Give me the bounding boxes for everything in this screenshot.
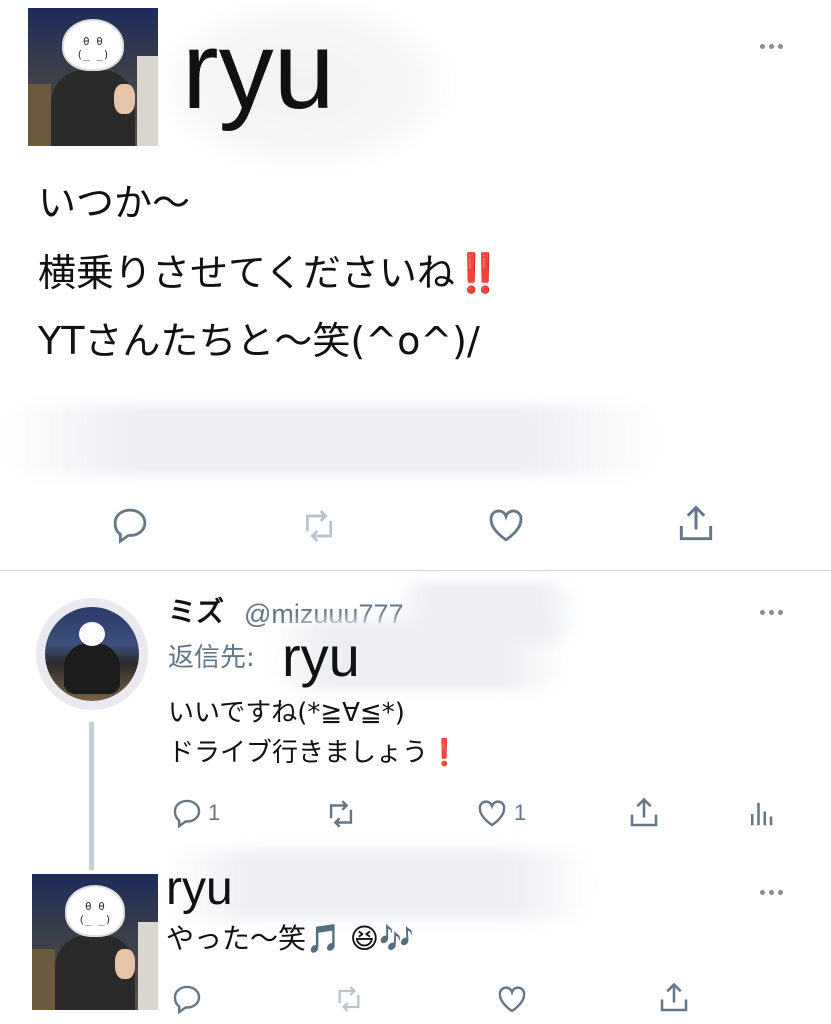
avatar-photo-detail	[28, 83, 52, 146]
nested-retweet-button[interactable]	[330, 983, 368, 1015]
like-icon	[498, 986, 526, 1013]
face-sticker-icon: θ θ (_ _)	[64, 884, 126, 937]
main-tweet-line-3: YTさんたちと〜笑(^o^)/	[38, 319, 480, 363]
nested-reply-avatar[interactable]: θ θ (_ _)	[32, 874, 158, 1010]
avatar-photo-detail	[137, 56, 158, 146]
more-options-icon[interactable]	[760, 610, 783, 615]
avatar-photo-detail	[115, 948, 136, 979]
reply-share-button[interactable]	[626, 794, 662, 832]
main-retweet-button[interactable]	[296, 506, 342, 546]
face-sticker-icon: θ θ (_ _)	[61, 19, 125, 72]
nested-like-button[interactable]	[494, 982, 530, 1016]
avatar-photo-background	[44, 606, 140, 702]
main-reply-button[interactable]	[108, 504, 152, 546]
avatar-photo-detail	[113, 83, 135, 115]
reply-tweet-line-2: ドライブ行きましょう❗️	[168, 738, 461, 768]
analytics-icon	[751, 802, 773, 826]
reply-analytics-button[interactable]	[746, 796, 776, 832]
retweet-icon	[329, 800, 353, 828]
avatar-photo-detail	[63, 642, 121, 695]
nested-reply-text: やった〜笑🎵 😆🎶	[166, 922, 414, 955]
retweet-icon	[338, 986, 360, 1012]
retweet-icon	[306, 510, 332, 542]
thread-line	[89, 722, 94, 870]
reply-icon	[113, 508, 147, 544]
reply-retweet-button[interactable]	[322, 797, 360, 831]
reply-icon	[173, 985, 201, 1015]
face-sticker-icon	[78, 622, 106, 647]
main-tweet-line-2: 横乗りさせてくださいね‼️	[38, 251, 503, 295]
main-tweet-line-1: いつか〜	[38, 181, 191, 225]
reply-tweet-line-1: いいですね(*≧∀≦*)	[168, 698, 405, 728]
avatar-photo-detail	[137, 921, 158, 1010]
reply-count: 1	[208, 800, 221, 825]
reply-author-name[interactable]: ミズ	[168, 594, 224, 630]
main-share-button[interactable]	[674, 502, 718, 546]
like-icon	[478, 800, 506, 827]
more-options-icon[interactable]	[760, 890, 783, 895]
share-icon	[679, 505, 713, 541]
like-icon	[489, 509, 523, 542]
reply-like-button[interactable]: 1	[474, 796, 526, 830]
tweet-divider	[0, 570, 831, 571]
more-options-icon[interactable]	[760, 44, 783, 49]
share-icon	[660, 982, 688, 1012]
share-icon	[630, 797, 658, 827]
nested-reply-author-name[interactable]: ryu	[166, 860, 233, 918]
avatar-photo-detail	[32, 948, 55, 1010]
timestamp-blur-area	[0, 405, 660, 475]
reply-tweet-avatar[interactable]	[36, 598, 148, 710]
reply-icon	[173, 799, 201, 829]
main-tweet-avatar[interactable]: θ θ (_ _)	[28, 8, 158, 146]
main-like-button[interactable]	[484, 504, 528, 546]
reply-to-user[interactable]: ryu	[282, 622, 360, 692]
reply-to-label: 返信先:	[168, 643, 255, 673]
reply-reply-button[interactable]: 1	[170, 796, 220, 830]
nested-reply-button[interactable]	[170, 982, 204, 1016]
nested-share-button[interactable]	[656, 980, 692, 1016]
like-count: 1	[514, 800, 527, 825]
main-tweet-author-name[interactable]: ryu	[182, 0, 335, 146]
